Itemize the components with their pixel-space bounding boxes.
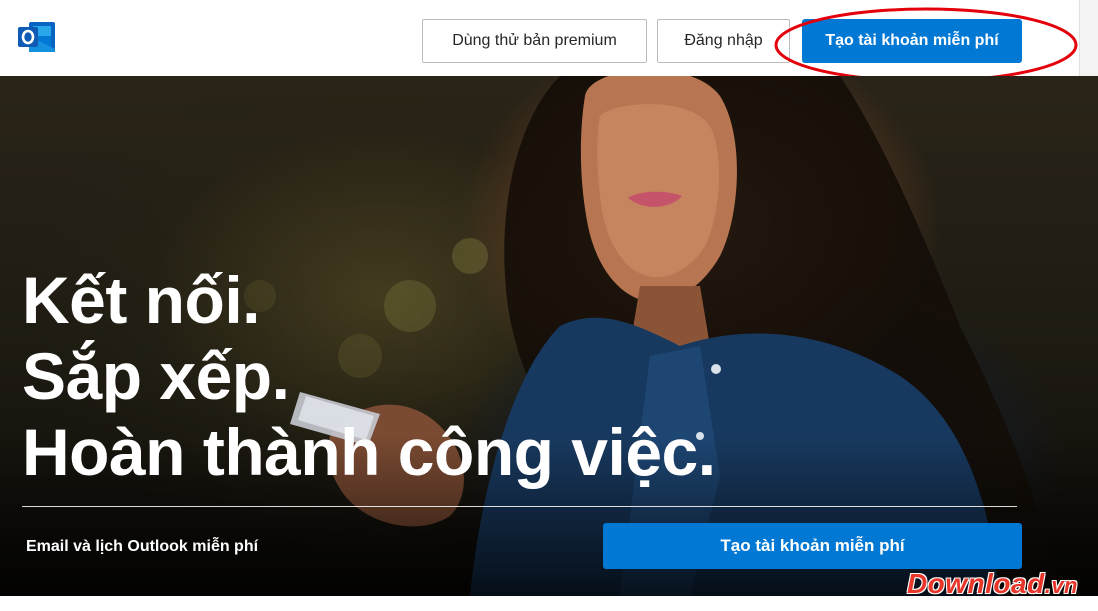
hero-create-account-label: Tạo tài khoản miễn phí [720,536,905,555]
try-premium-label: Dùng thử bản premium [452,32,617,49]
hero-create-account-button[interactable]: Tạo tài khoản miễn phí [603,523,1022,569]
outlook-landing-page: Dùng thử bản premium Đăng nhập Tạo tài k… [0,0,1098,611]
scrollbar-edge[interactable] [1079,0,1098,76]
hero-subline: Email và lịch Outlook miễn phí [26,538,259,555]
hero-divider [22,506,1017,507]
create-free-account-button[interactable]: Tạo tài khoản miễn phí [802,19,1022,63]
headline-line-3: Hoàn thành công việc. [22,415,716,489]
watermark-tld: .vn [1044,573,1078,598]
top-header: Dùng thử bản premium Đăng nhập Tạo tài k… [0,0,1098,83]
try-premium-button[interactable]: Dùng thử bản premium [422,19,647,63]
hero-headline: Kết nối. Sắp xếp. Hoàn thành công việc. [22,262,716,490]
sign-in-button[interactable]: Đăng nhập [657,19,790,63]
download-vn-watermark: Download.vn [907,568,1078,600]
watermark-text: Download [906,568,1045,599]
hero-banner: Kết nối. Sắp xếp. Hoàn thành công việc. … [0,76,1098,596]
create-free-account-label: Tạo tài khoản miễn phí [825,32,999,49]
outlook-logo-icon[interactable] [17,19,57,55]
sign-in-label: Đăng nhập [684,32,763,49]
headline-line-1: Kết nối. [22,263,260,337]
headline-line-2: Sắp xếp. [22,339,290,413]
